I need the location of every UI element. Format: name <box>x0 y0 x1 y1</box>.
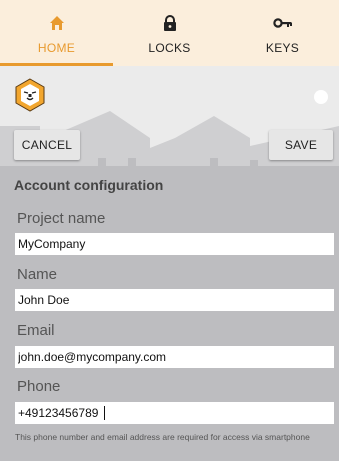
phone-input[interactable] <box>15 402 334 424</box>
form-title: Account configuration <box>14 177 164 193</box>
project-name-label: Project name <box>17 210 106 227</box>
email-label: Email <box>17 322 55 339</box>
tab-locks[interactable]: LOCKS <box>113 0 226 66</box>
header-banner: CANCEL SAVE <box>0 66 339 176</box>
tab-home-label: HOME <box>37 41 76 55</box>
lion-logo-icon <box>14 78 46 112</box>
phone-email-help-text: This phone number and email address are … <box>15 432 310 442</box>
tab-home[interactable]: HOME <box>0 0 113 66</box>
phone-label: Phone <box>17 378 61 395</box>
key-icon <box>272 14 293 32</box>
name-input[interactable] <box>15 289 334 311</box>
tab-bar: HOME LOCKS KEYS <box>0 0 339 66</box>
text-cursor <box>104 406 105 420</box>
account-config-form: Account configuration Project name Name … <box>0 176 339 461</box>
tab-locks-label: LOCKS <box>148 41 191 55</box>
email-input[interactable] <box>15 346 334 368</box>
lock-icon <box>160 14 180 32</box>
home-icon <box>47 14 67 32</box>
project-name-input[interactable] <box>15 233 334 255</box>
cancel-button[interactable]: CANCEL <box>14 130 80 160</box>
name-label: Name <box>17 266 58 283</box>
moon-icon <box>314 90 328 104</box>
tab-keys-label: KEYS <box>265 41 300 55</box>
tab-keys[interactable]: KEYS <box>226 0 339 66</box>
save-button[interactable]: SAVE <box>269 130 333 160</box>
